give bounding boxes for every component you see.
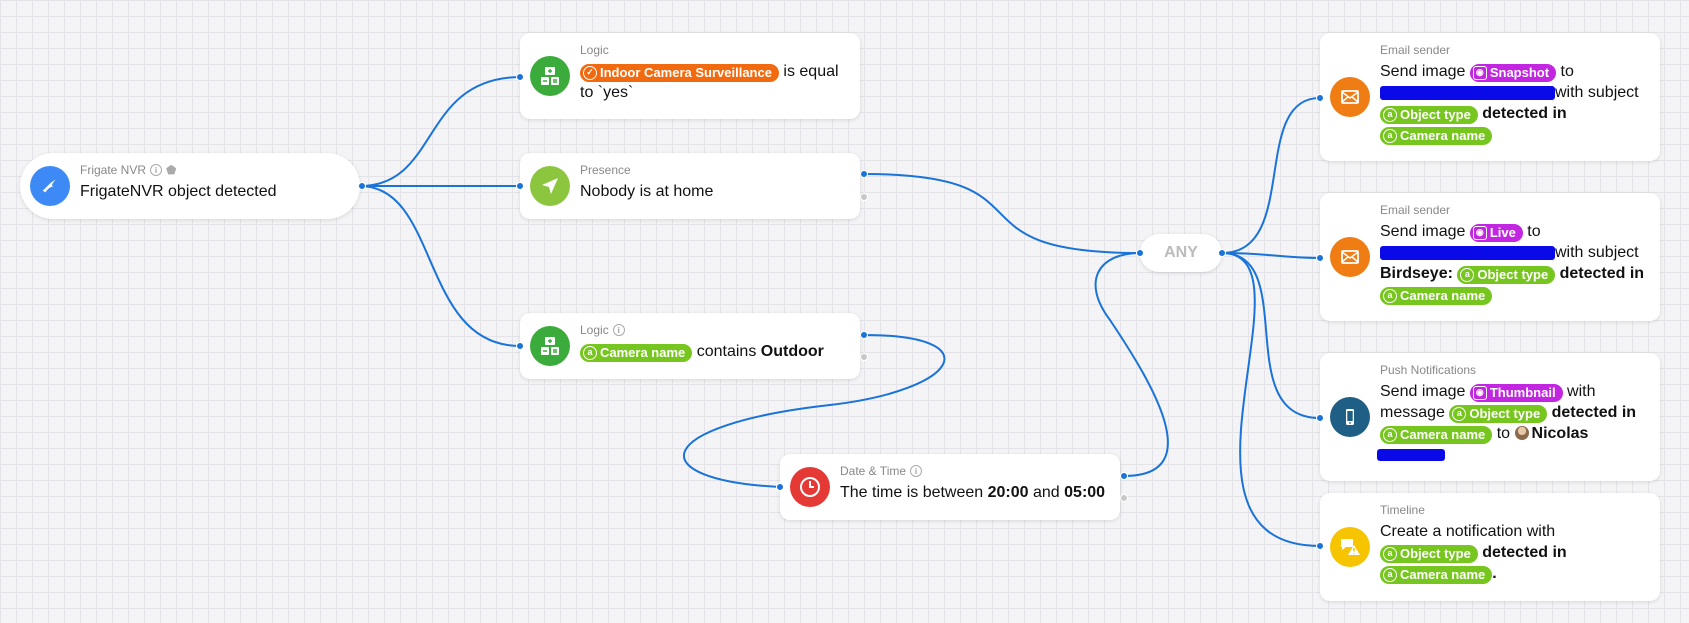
token-object-type[interactable]: a Object type: [1457, 265, 1556, 284]
node-date-time[interactable]: Date & Time i The time is between 20:00 …: [780, 454, 1120, 520]
info-icon[interactable]: i: [150, 164, 163, 176]
port-presence-out-true[interactable]: [860, 170, 868, 178]
node-category: Timeline: [1380, 503, 1425, 517]
token-object-type[interactable]: a Object type: [1380, 544, 1478, 563]
node-logic-outdoor[interactable]: Logic i a Camera name contains Outdoor: [520, 313, 860, 379]
node-category: Push Notifications: [1380, 363, 1477, 377]
wire-trigger-logic-indoor: [359, 76, 521, 187]
node-category: Presence: [580, 163, 631, 177]
variable-icon: a: [1383, 427, 1397, 442]
node-category: Logic i: [580, 323, 625, 337]
token-camera-name[interactable]: a Camera name: [580, 343, 693, 362]
node-text: Send image ◉ Snapshot to with subject a Ob…: [1380, 63, 1639, 145]
token-camera-name[interactable]: a Camera name: [1380, 286, 1493, 305]
smartphone-icon: [1330, 397, 1370, 437]
camera-icon: ◉: [1472, 225, 1487, 240]
redacted-recipient: [1380, 85, 1555, 100]
token-camera-name[interactable]: a Camera name: [1380, 126, 1493, 145]
variable-icon: a: [1383, 288, 1397, 303]
check-icon: ✓: [583, 65, 597, 80]
port-any-in[interactable]: [1136, 249, 1144, 257]
node-presence[interactable]: Presence Nobody is at home: [520, 153, 860, 219]
info-icon[interactable]: i: [612, 324, 625, 336]
port-presence-out-false[interactable]: [860, 193, 868, 201]
port-logic-indoor-in[interactable]: [516, 73, 524, 81]
node-any[interactable]: ANY: [1140, 234, 1222, 272]
envelope-icon: [1330, 77, 1370, 117]
node-text: FrigateNVR object detected: [80, 183, 277, 200]
token-indoor-camera-surveillance[interactable]: ✓ Indoor Camera Surveillance: [580, 63, 779, 82]
node-email-sender-1[interactable]: Email sender Send image ◉ Snapshot to wit…: [1320, 33, 1660, 161]
node-email-sender-2[interactable]: Email sender Send image ◉ Live to with su…: [1320, 193, 1660, 321]
token-thumbnail[interactable]: ◉ Thumbnail: [1469, 383, 1563, 402]
variable-icon: a: [1452, 406, 1467, 421]
token-snapshot[interactable]: ◉ Snapshot: [1469, 63, 1557, 82]
variable-icon: a: [1383, 128, 1397, 143]
port-datetime-in[interactable]: [776, 483, 784, 491]
token-object-type[interactable]: a Object type: [1449, 404, 1548, 423]
node-text: The time is between 20:00 and 05:00: [840, 484, 1106, 501]
node-text: a Camera name contains Outdoor: [580, 341, 850, 362]
port-email2-in[interactable]: [1316, 254, 1324, 262]
logic-calculator-icon: [530, 56, 570, 96]
port-logic-outdoor-out-false[interactable]: [860, 353, 868, 361]
redacted-device: [1377, 448, 1445, 461]
frigate-bird-icon: [30, 166, 70, 206]
port-trigger-out[interactable]: [358, 182, 366, 190]
avatar: [1514, 426, 1529, 440]
camera-icon: ◉: [1472, 385, 1487, 400]
node-logic-indoor[interactable]: Logic ✓ Indoor Camera Surveillance is equ…: [520, 33, 860, 119]
port-any-out[interactable]: [1218, 249, 1226, 257]
node-category: Date & Time i: [840, 464, 923, 478]
node-text: Send image ◉ Live to with subject Birdsey…: [1380, 223, 1645, 305]
variable-icon: a: [1383, 107, 1397, 122]
tag-icon[interactable]: ⬟: [166, 163, 176, 177]
wire-any-timeline: [1221, 252, 1321, 547]
node-category: Email sender: [1380, 203, 1451, 217]
node-text: ✓ Indoor Camera Surveillance is equal to …: [580, 63, 839, 101]
port-email1-in[interactable]: [1316, 94, 1324, 102]
variable-icon: a: [1460, 267, 1475, 282]
port-logic-outdoor-out-true[interactable]: [860, 331, 868, 339]
node-text: Nobody is at home: [580, 183, 714, 200]
logic-calculator-icon: [530, 326, 570, 366]
port-presence-in[interactable]: [516, 182, 524, 190]
timeline-alert-icon: [1330, 527, 1370, 567]
port-datetime-out-true[interactable]: [1120, 472, 1128, 480]
info-icon[interactable]: i: [910, 465, 923, 477]
node-text: Create a notification with a Object type …: [1380, 523, 1567, 584]
wire-trigger-logic-outdoor: [359, 185, 521, 347]
variable-icon: a: [1383, 567, 1397, 582]
wire-any-email1: [1221, 97, 1321, 254]
node-timeline[interactable]: Timeline Create a notification with a Obj…: [1320, 493, 1660, 601]
wire-any-push: [1221, 252, 1321, 419]
location-arrow-icon: [530, 166, 570, 206]
port-timeline-in[interactable]: [1316, 542, 1324, 550]
redacted-recipient: [1380, 245, 1555, 260]
node-category: Email sender: [1380, 43, 1451, 57]
port-logic-outdoor-in[interactable]: [516, 342, 524, 350]
node-category: Frigate NVR i ⬟: [80, 163, 177, 177]
camera-icon: ◉: [1472, 65, 1487, 80]
variable-icon: a: [1383, 546, 1397, 561]
token-camera-name[interactable]: a Camera name: [1380, 425, 1493, 444]
node-text: Send image ◉ Thumbnail with message a Obje…: [1377, 381, 1650, 465]
token-object-type[interactable]: a Object type: [1380, 105, 1478, 124]
node-push-notifications[interactable]: Push Notifications Send image ◉ Thumbnail…: [1320, 353, 1660, 481]
wire-presence-any: [863, 173, 1141, 254]
envelope-icon: [1330, 237, 1370, 277]
node-frigate-trigger[interactable]: Frigate NVR i ⬟ FrigateNVR object detect…: [20, 153, 360, 219]
node-category: Logic: [580, 43, 609, 57]
port-push-in[interactable]: [1316, 414, 1324, 422]
variable-icon: a: [583, 345, 597, 360]
wire-datetime-any: [1094, 252, 1169, 477]
token-live[interactable]: ◉ Live: [1469, 223, 1523, 242]
port-datetime-out-false[interactable]: [1120, 494, 1128, 502]
clock-icon: [790, 467, 830, 507]
token-camera-name[interactable]: a Camera name: [1380, 565, 1493, 584]
any-label: ANY: [1164, 244, 1198, 261]
